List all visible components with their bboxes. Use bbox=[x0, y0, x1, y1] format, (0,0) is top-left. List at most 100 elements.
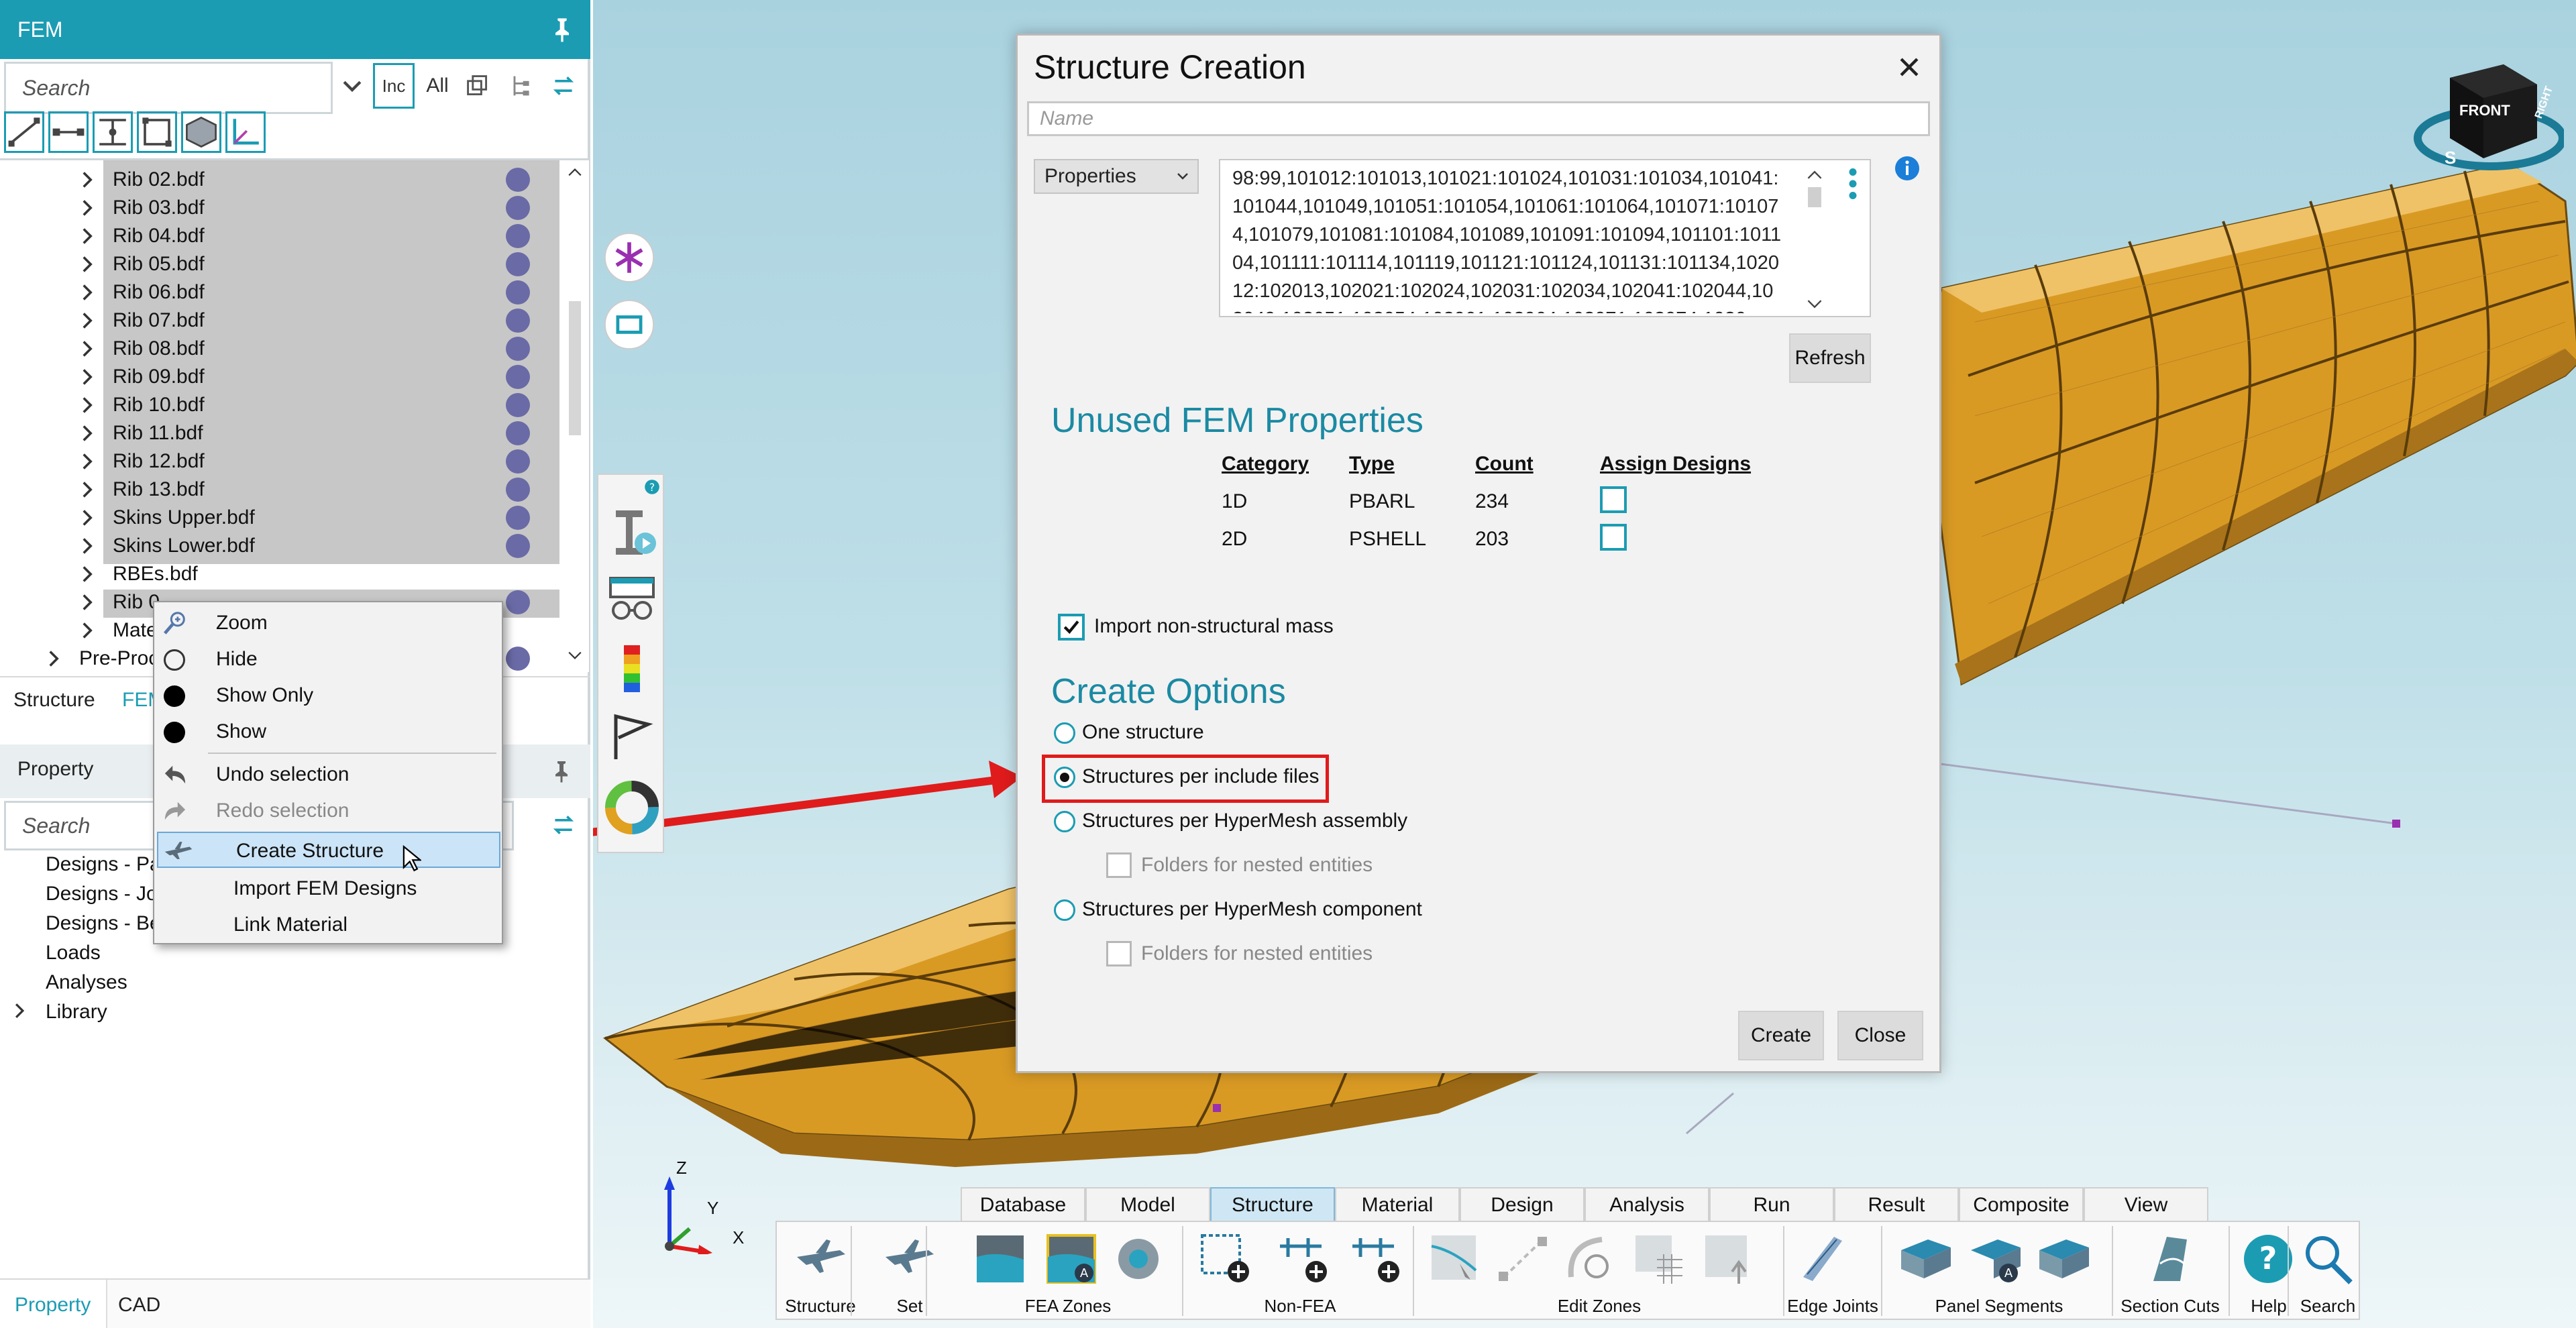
import-mass-checkbox[interactable] bbox=[1058, 614, 1085, 641]
radio-structures-per-include-files[interactable] bbox=[1054, 767, 1075, 788]
tree-item[interactable]: Rib 05.bdf bbox=[0, 250, 561, 278]
solid-element-icon[interactable] bbox=[181, 111, 221, 153]
folders-nested-checkbox-1[interactable] bbox=[1106, 852, 1132, 878]
up-tool-icon[interactable] bbox=[1700, 1230, 1758, 1288]
edge-element-icon[interactable] bbox=[4, 111, 44, 153]
chevron-right-icon[interactable] bbox=[80, 311, 94, 330]
chevron-right-icon[interactable] bbox=[80, 283, 94, 302]
chevron-right-icon[interactable] bbox=[80, 452, 94, 471]
visibility-dot-icon[interactable] bbox=[506, 506, 530, 530]
property-tree-item[interactable]: Designs - Be bbox=[46, 912, 161, 935]
properties-select[interactable]: Properties bbox=[1034, 159, 1199, 194]
curve-tool-icon[interactable] bbox=[1562, 1230, 1619, 1288]
tree-item[interactable]: Rib 02.bdf bbox=[0, 166, 561, 194]
ribbon-tab-composite[interactable]: Composite bbox=[1959, 1187, 2084, 1222]
fem-search-input[interactable]: Search bbox=[4, 62, 333, 114]
tree-item[interactable]: Rib 04.bdf bbox=[0, 222, 561, 250]
all-filter-button[interactable]: All bbox=[417, 64, 458, 107]
visibility-dot-icon[interactable] bbox=[506, 421, 530, 445]
info-icon[interactable] bbox=[1894, 155, 1921, 182]
more-options-icon[interactable] bbox=[1843, 167, 1863, 201]
visibility-dot-icon[interactable] bbox=[506, 647, 530, 671]
scroll-down-icon[interactable] bbox=[568, 650, 582, 661]
tab-cad[interactable]: CAD bbox=[118, 1285, 160, 1325]
ribbon-tab-analysis[interactable]: Analysis bbox=[1585, 1187, 1709, 1222]
visibility-dot-icon[interactable] bbox=[506, 534, 530, 558]
glasses-view-icon[interactable] bbox=[605, 573, 659, 626]
create-button[interactable]: Create bbox=[1738, 1011, 1824, 1060]
menu-item-redo-selection[interactable]: Redo selection bbox=[154, 793, 502, 829]
snap-star-icon[interactable] bbox=[604, 232, 655, 283]
plusbar-tool-icon[interactable] bbox=[1347, 1230, 1405, 1288]
textarea-scroll-down-icon[interactable] bbox=[1807, 298, 1823, 309]
folders-nested-checkbox-2[interactable] bbox=[1106, 941, 1132, 966]
bar-element-icon[interactable] bbox=[48, 111, 89, 153]
tree-item[interactable]: Rib 03.bdf bbox=[0, 194, 561, 222]
tab-property[interactable]: Property bbox=[15, 1285, 91, 1325]
scroll-up-icon[interactable] bbox=[568, 167, 582, 178]
textarea-scrollbar-thumb[interactable] bbox=[1808, 187, 1821, 207]
row2-assign-checkbox[interactable] bbox=[1600, 524, 1627, 551]
row1-assign-checkbox[interactable] bbox=[1600, 486, 1627, 513]
chevron-right-icon[interactable] bbox=[80, 255, 94, 274]
tree-item[interactable]: RBEs.bdf bbox=[0, 560, 561, 588]
property-tree-item[interactable]: Designs - Jo bbox=[46, 883, 158, 905]
visibility-dot-icon[interactable] bbox=[506, 224, 530, 248]
ribbon-tab-material[interactable]: Material bbox=[1335, 1187, 1460, 1222]
ribbon-tab-database[interactable]: Database bbox=[961, 1187, 1085, 1222]
ribbon-tab-model[interactable]: Model bbox=[1085, 1187, 1210, 1222]
help-small-icon[interactable]: ? bbox=[644, 479, 660, 495]
visibility-dot-icon[interactable] bbox=[506, 280, 530, 305]
chevron-right-icon[interactable] bbox=[80, 537, 94, 555]
menu-item-show-only[interactable]: Show Only bbox=[154, 677, 502, 714]
chevron-right-icon[interactable] bbox=[80, 339, 94, 358]
view-cube[interactable]: FRONT RIGHT S bbox=[2403, 58, 2564, 172]
ribbon-tab-view[interactable]: View bbox=[2084, 1187, 2208, 1222]
copy-icon[interactable] bbox=[466, 74, 490, 98]
zoneA-tool-icon[interactable]: A bbox=[1042, 1230, 1100, 1288]
ribbon-tab-design[interactable]: Design bbox=[1460, 1187, 1585, 1222]
name-input[interactable]: Name bbox=[1027, 101, 1930, 136]
chevron-right-icon[interactable] bbox=[47, 649, 60, 668]
scrollbar-thumb[interactable] bbox=[569, 301, 581, 435]
plane-tool-icon[interactable] bbox=[881, 1230, 939, 1288]
tree-item[interactable]: Rib 10.bdf bbox=[0, 391, 561, 419]
zonegrey-tool-icon[interactable] bbox=[1426, 1230, 1484, 1288]
plusbox-tool-icon[interactable] bbox=[1197, 1230, 1254, 1288]
rigid-element-icon[interactable] bbox=[93, 111, 133, 153]
tree-item[interactable]: Rib 13.bdf bbox=[0, 476, 561, 504]
visibility-dot-icon[interactable] bbox=[506, 252, 530, 276]
chevron-right-icon[interactable] bbox=[80, 227, 94, 245]
blade-tool-icon[interactable] bbox=[1794, 1230, 1851, 1288]
grid-tool-icon[interactable] bbox=[1630, 1230, 1688, 1288]
property-pin-icon[interactable] bbox=[551, 759, 572, 783]
textarea-scroll-up-icon[interactable] bbox=[1807, 170, 1823, 180]
search-tool-icon[interactable] bbox=[2298, 1230, 2356, 1288]
flag-icon[interactable] bbox=[605, 711, 659, 765]
property-tree-item[interactable]: Analyses bbox=[46, 971, 127, 994]
radio-one-structure[interactable] bbox=[1054, 722, 1075, 744]
visibility-dot-icon[interactable] bbox=[506, 449, 530, 474]
visibility-dot-icon[interactable] bbox=[506, 196, 530, 220]
cut-tool-icon[interactable] bbox=[2140, 1230, 2198, 1288]
library-expand-icon[interactable] bbox=[13, 1002, 25, 1019]
close-icon[interactable] bbox=[1898, 56, 1921, 78]
tree-item[interactable]: Skins Upper.bdf bbox=[0, 504, 561, 532]
tree-item[interactable]: Rib 09.bdf bbox=[0, 363, 561, 391]
tree-scrollbar[interactable] bbox=[561, 160, 589, 672]
tree-item[interactable]: Rib 08.bdf bbox=[0, 335, 561, 363]
ribbon-tab-result[interactable]: Result bbox=[1834, 1187, 1959, 1222]
visibility-dot-icon[interactable] bbox=[506, 337, 530, 361]
menu-item-link-material[interactable]: Link Material bbox=[154, 907, 502, 943]
chevron-right-icon[interactable] bbox=[80, 170, 94, 189]
sync-arrows-icon[interactable] bbox=[551, 74, 576, 98]
plusbar-tool-icon[interactable] bbox=[1275, 1230, 1332, 1288]
visibility-dot-icon[interactable] bbox=[506, 309, 530, 333]
hierarchy-icon[interactable] bbox=[508, 74, 533, 98]
plane-tool-icon[interactable] bbox=[793, 1230, 851, 1288]
property-tree-item[interactable]: Library bbox=[46, 1001, 107, 1023]
visibility-dot-icon[interactable] bbox=[506, 168, 530, 192]
refresh-button[interactable]: Refresh bbox=[1789, 333, 1871, 383]
tree-item[interactable]: Rib 06.bdf bbox=[0, 278, 561, 307]
zone-tool-icon[interactable] bbox=[971, 1230, 1029, 1288]
